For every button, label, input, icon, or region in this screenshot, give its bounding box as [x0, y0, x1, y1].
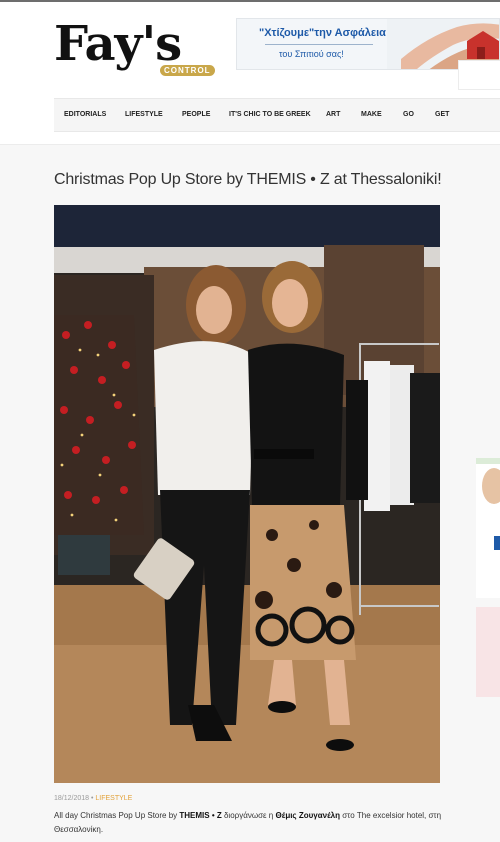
sidebar-ad[interactable]: [476, 458, 500, 598]
logo-tagline: CONTROL: [160, 65, 215, 76]
caption-text-1: All day Christmas Pop Up Store by: [54, 811, 180, 820]
nav-get[interactable]: GET: [435, 99, 449, 131]
caption-host: Θέμις Ζουγανέλη: [275, 811, 341, 820]
ad-divider: [265, 44, 373, 45]
logo-wordmark: Fay's: [54, 16, 182, 72]
article-meta: 18/12/2018 • LIFESTYLE: [54, 795, 132, 802]
nav-people[interactable]: PEOPLE: [182, 99, 210, 131]
nav-go[interactable]: GO: [403, 99, 414, 131]
site-header: Fay's CONTROL "Χτίζουμε"την Ασφάλεια του…: [0, 2, 500, 144]
article-title[interactable]: Christmas Pop Up Store by THEMIS • Z at …: [54, 171, 442, 189]
sidebar-ad-2[interactable]: [476, 607, 500, 697]
site-logo[interactable]: Fay's CONTROL: [54, 16, 215, 80]
article-caption: All day Christmas Pop Up Store by THEMIS…: [54, 809, 444, 837]
caption-brand: THEMIS • Z: [179, 811, 222, 820]
caption-text-2: διοργάνωσε η: [221, 811, 276, 820]
nav-make[interactable]: MAKE: [361, 99, 382, 131]
article-photo[interactable]: [54, 205, 440, 783]
article-date: 18/12/2018: [54, 795, 90, 802]
ad-subtitle: του Σπιτιού σας!: [279, 49, 344, 59]
article-area: Christmas Pop Up Store by THEMIS • Z at …: [0, 145, 500, 842]
nav-editorials[interactable]: EDITORIALS: [64, 99, 106, 131]
sidebar-widget: [458, 60, 500, 90]
main-nav: EDITORIALS LIFESTYLE PEOPLE IT'S CHIC TO…: [54, 98, 500, 132]
article-category[interactable]: LIFESTYLE: [95, 795, 132, 802]
nav-lifestyle[interactable]: LIFESTYLE: [125, 99, 163, 131]
nav-chic-to-be-greek[interactable]: IT'S CHIC TO BE GREEK: [229, 99, 311, 131]
nav-art[interactable]: ART: [326, 99, 340, 131]
ad-title: "Χτίζουμε"την Ασφάλεια: [259, 27, 386, 39]
